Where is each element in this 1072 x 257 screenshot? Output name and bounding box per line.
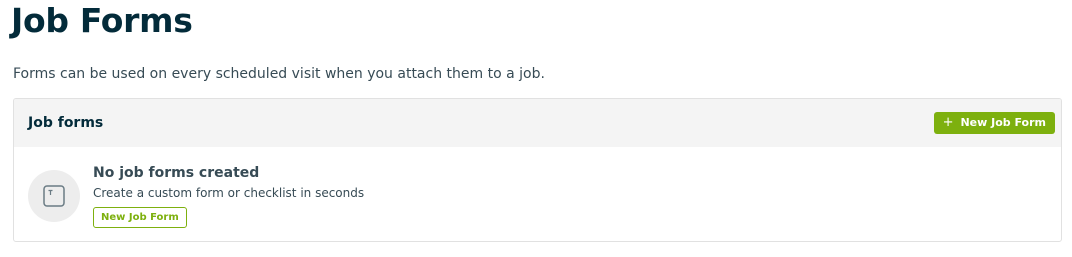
card-header: Job forms + New Job Form <box>14 99 1061 147</box>
job-forms-card: Job forms + New Job Form No job forms cr… <box>13 98 1062 242</box>
empty-state-icon-circle <box>28 170 80 222</box>
text-field-icon <box>43 185 65 207</box>
empty-state-title: No job forms created <box>93 165 260 181</box>
card-title: Job forms <box>28 115 104 131</box>
plus-icon: + <box>942 115 954 130</box>
empty-state-new-job-form-button[interactable]: New Job Form <box>93 207 187 228</box>
new-job-form-button[interactable]: + New Job Form <box>933 112 1055 134</box>
page-title: Job Forms <box>11 1 193 40</box>
empty-state-subtitle: Create a custom form or checklist in sec… <box>93 186 365 200</box>
new-job-form-button-label: New Job Form <box>960 116 1046 129</box>
page-description: Forms can be used on every scheduled vis… <box>13 66 545 82</box>
